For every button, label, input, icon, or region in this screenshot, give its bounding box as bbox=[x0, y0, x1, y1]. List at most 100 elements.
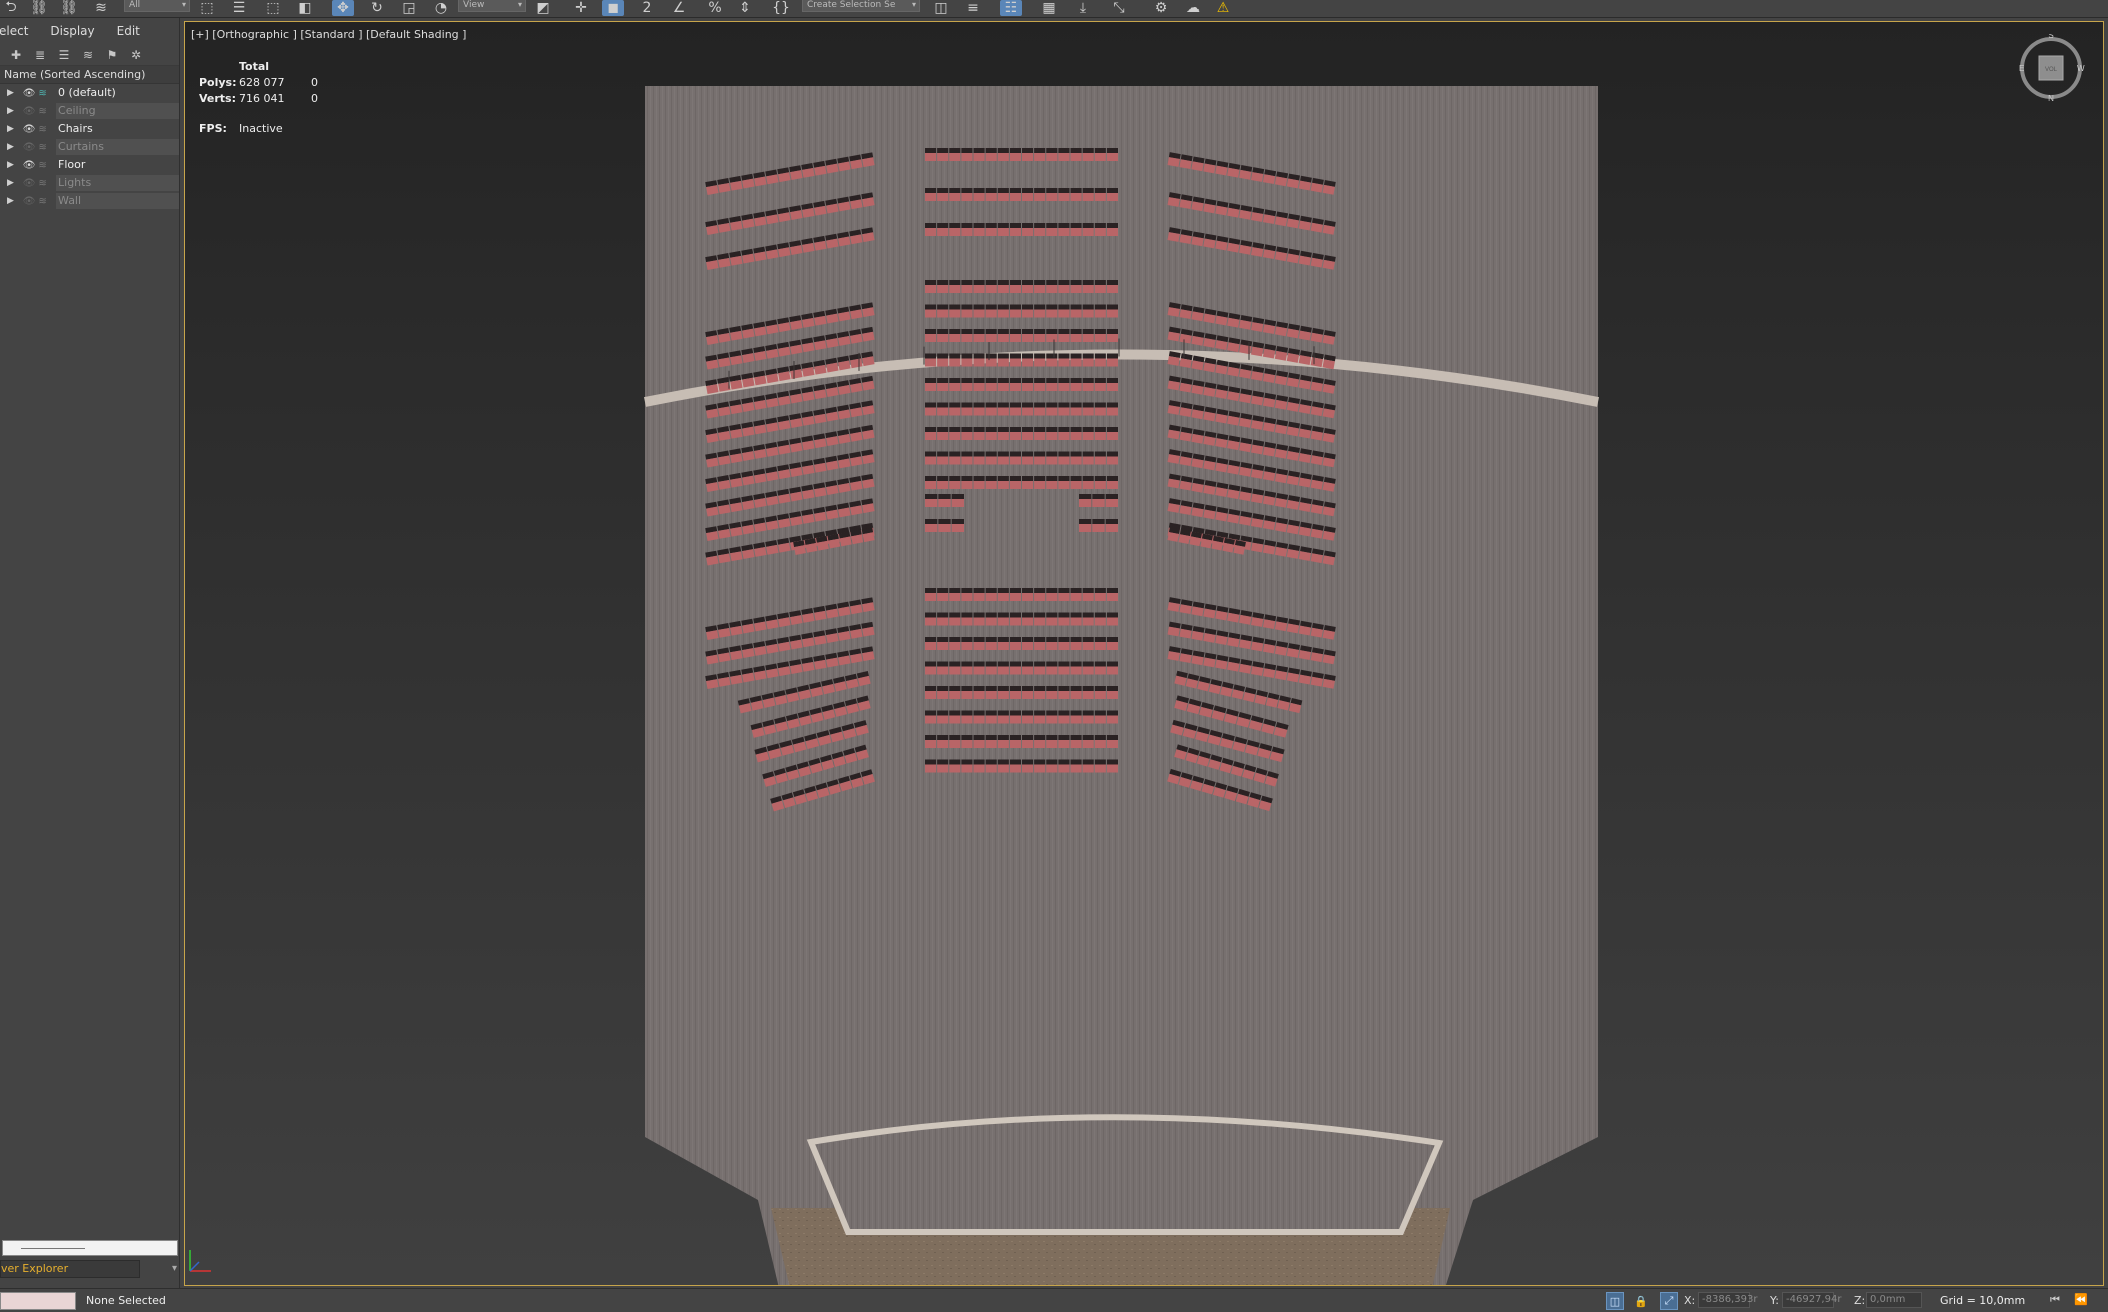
layer-row-lights[interactable]: ▶ 👁 ≋ Lights bbox=[0, 174, 179, 192]
eye-icon[interactable]: 👁 bbox=[23, 160, 37, 171]
link-icon[interactable]: ⛓ bbox=[28, 0, 50, 16]
move-icon[interactable]: ✥ bbox=[332, 0, 354, 16]
orthographic-viewport[interactable]: [+] [Orthographic ] [Standard ] [Default… bbox=[184, 21, 2104, 1286]
seat bbox=[1022, 686, 1034, 699]
create-layer-icon[interactable]: ✚ bbox=[8, 47, 24, 63]
toggle-layer-explorer-icon[interactable]: ▦ bbox=[1038, 0, 1060, 16]
seat bbox=[1167, 152, 1181, 167]
expand-arrow-icon[interactable]: ▶ bbox=[7, 196, 19, 206]
go-to-start-icon[interactable]: ⏮ bbox=[2050, 1293, 2060, 1307]
percent-snap-icon[interactable]: % bbox=[704, 0, 726, 16]
undo-icon[interactable]: ⮌ bbox=[0, 0, 22, 16]
maxscript-listener-mini[interactable] bbox=[0, 1292, 76, 1310]
layer-row-wall[interactable]: ▶ 👁 ≋ Wall bbox=[0, 192, 179, 210]
active-layer-icon[interactable]: ≋ bbox=[38, 88, 52, 99]
layer-name[interactable]: Floor bbox=[56, 157, 179, 173]
z-coordinate-field[interactable]: 0,0mm bbox=[1866, 1292, 1922, 1308]
add-to-layer-icon[interactable]: ≣ bbox=[32, 47, 48, 63]
expand-arrow-icon[interactable]: ▶ bbox=[7, 142, 19, 152]
layer-name[interactable]: Ceiling bbox=[56, 103, 179, 119]
eye-icon[interactable]: 👁 bbox=[23, 88, 37, 99]
seat bbox=[765, 539, 779, 555]
layer-icon[interactable]: ≋ bbox=[38, 196, 52, 207]
absolute-mode-icon[interactable]: ⤢ bbox=[1660, 1292, 1678, 1310]
pivot-center-icon[interactable]: ◩ bbox=[532, 0, 554, 16]
y-coordinate-field[interactable]: -46927,94r bbox=[1782, 1292, 1841, 1308]
layer-icon[interactable]: ≋ bbox=[38, 142, 52, 153]
layer-icon[interactable]: ≋ bbox=[38, 124, 52, 135]
layer-name[interactable]: 0 (default) bbox=[56, 85, 179, 101]
bind-space-warp-icon[interactable]: ≋ bbox=[90, 0, 112, 16]
layer-row-default[interactable]: ▶ 👁 ≋ 0 (default) bbox=[0, 84, 179, 102]
rectangular-selection-icon[interactable]: ⬚ bbox=[262, 0, 284, 16]
layer-name[interactable]: Wall bbox=[56, 193, 179, 209]
seat bbox=[1094, 476, 1106, 489]
toggle-scene-explorer-icon[interactable]: ☷ bbox=[1000, 0, 1022, 16]
layer-row-ceiling[interactable]: ▶ 👁 ≋ Ceiling bbox=[0, 102, 179, 120]
eye-hidden-icon[interactable]: 👁 bbox=[23, 196, 37, 207]
render-setup-icon[interactable]: ☁ bbox=[1182, 0, 1204, 16]
explorer-search-field[interactable] bbox=[2, 1240, 178, 1256]
viewcube[interactable]: VOL S N E W bbox=[2017, 34, 2085, 102]
layers-stack-icon[interactable]: ≋ bbox=[80, 47, 96, 63]
x-coordinate-field[interactable]: -8386,393r bbox=[1698, 1292, 1757, 1308]
menu-edit[interactable]: Edit bbox=[117, 24, 140, 38]
highlight-layer-icon[interactable]: ⚑ bbox=[104, 47, 120, 63]
eye-hidden-icon[interactable]: 👁 bbox=[23, 106, 37, 117]
layer-icon[interactable]: ≋ bbox=[38, 106, 52, 117]
isolate-selection-icon[interactable]: ◫ bbox=[1606, 1292, 1624, 1310]
edit-named-selection-icon[interactable]: {} bbox=[770, 0, 792, 16]
select-by-name-icon[interactable]: ☰ bbox=[228, 0, 250, 16]
rotate-icon[interactable]: ↻ bbox=[366, 0, 388, 16]
select-layer-icon[interactable]: ☰ bbox=[56, 47, 72, 63]
seat bbox=[741, 421, 755, 437]
explorer-selector-dropdown[interactable]: ver Explorer bbox=[0, 1260, 177, 1278]
selection-filter-dropdown[interactable]: All bbox=[124, 0, 190, 12]
mirror-icon[interactable]: ◫ bbox=[930, 0, 952, 16]
eye-hidden-icon[interactable]: 👁 bbox=[23, 178, 37, 189]
snaps-toggle-icon[interactable]: 2 bbox=[636, 0, 658, 16]
warning-icon[interactable]: ⚠ bbox=[1212, 0, 1234, 16]
unlink-icon[interactable]: ⛓ bbox=[58, 0, 80, 16]
layer-icon[interactable]: ≋ bbox=[38, 178, 52, 189]
menu-display[interactable]: Display bbox=[50, 24, 94, 38]
expand-arrow-icon[interactable]: ▶ bbox=[7, 106, 19, 116]
expand-arrow-icon[interactable]: ▶ bbox=[7, 160, 19, 170]
layer-row-curtains[interactable]: ▶ 👁 ≋ Curtains bbox=[0, 138, 179, 156]
material-editor-icon[interactable]: ⚙ bbox=[1150, 0, 1172, 16]
expand-arrow-icon[interactable]: ▶ bbox=[7, 124, 19, 134]
layer-name[interactable]: Curtains bbox=[56, 139, 179, 155]
lock-selection-icon[interactable]: 🔒 bbox=[1632, 1292, 1650, 1310]
eye-hidden-icon[interactable]: 👁 bbox=[23, 142, 37, 153]
layer-row-chairs[interactable]: ▶ 👁 ≋ Chairs bbox=[0, 120, 179, 138]
menu-select[interactable]: elect bbox=[0, 24, 28, 38]
keyboard-shortcut-override-icon[interactable]: ◼ bbox=[602, 0, 624, 16]
curve-editor-icon[interactable]: ⤡ bbox=[1108, 0, 1130, 16]
seat bbox=[753, 370, 767, 386]
previous-frame-icon[interactable]: ⏪ bbox=[2074, 1293, 2088, 1306]
spinner-snap-icon[interactable]: ⇕ bbox=[734, 0, 756, 16]
placement-icon[interactable]: ◔ bbox=[430, 0, 452, 16]
seat bbox=[1022, 759, 1034, 773]
toggle-ribbon-icon[interactable]: ⤓ bbox=[1072, 0, 1094, 16]
expand-arrow-icon[interactable]: ▶ bbox=[7, 178, 19, 188]
status-bar: None Selected ◫ 🔒 ⤢ X: -8386,393r Y: -46… bbox=[0, 1288, 2108, 1312]
scale-icon[interactable]: ◲ bbox=[398, 0, 420, 16]
seat bbox=[1058, 223, 1070, 236]
align-icon[interactable]: ≡ bbox=[962, 0, 984, 16]
seat bbox=[861, 597, 875, 613]
name-column-header[interactable]: Name (Sorted Ascending) bbox=[0, 66, 179, 84]
select-and-manipulate-icon[interactable]: ✛ bbox=[570, 0, 592, 16]
expand-arrow-icon[interactable]: ▶ bbox=[7, 88, 19, 98]
reference-coordinate-dropdown[interactable]: View bbox=[458, 0, 526, 12]
named-selection-sets-dropdown[interactable]: Create Selection Se bbox=[802, 0, 920, 12]
layer-icon[interactable]: ≋ bbox=[38, 160, 52, 171]
window-crossing-icon[interactable]: ◧ bbox=[294, 0, 316, 16]
eye-icon[interactable]: 👁 bbox=[23, 124, 37, 135]
angle-snap-icon[interactable]: ∠ bbox=[668, 0, 690, 16]
layer-settings-icon[interactable]: ✲ bbox=[128, 47, 144, 63]
select-object-icon[interactable]: ⬚ bbox=[196, 0, 218, 16]
layer-row-floor[interactable]: ▶ 👁 ≋ Floor bbox=[0, 156, 179, 174]
layer-name[interactable]: Chairs bbox=[56, 121, 179, 137]
layer-name[interactable]: Lights bbox=[56, 175, 179, 191]
